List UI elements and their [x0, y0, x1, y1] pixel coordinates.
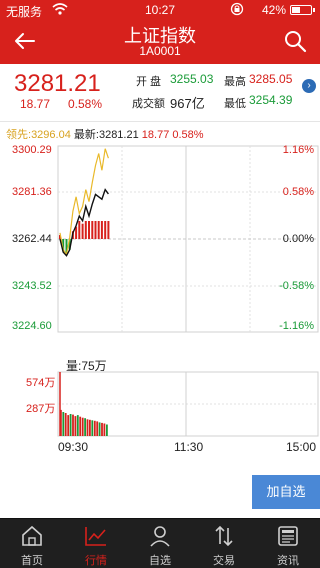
- volume-bar: [67, 415, 70, 436]
- news-icon: [278, 526, 298, 546]
- percent-axis-label: 0.00%: [282, 233, 314, 245]
- volume-bar: [62, 412, 65, 436]
- open-value: 3255.03: [170, 72, 214, 86]
- trade-arrows-icon: [215, 525, 233, 547]
- y-axis-label: 3281.36: [12, 186, 52, 198]
- y-axis-label: 3300.29: [12, 144, 52, 156]
- tab-label: 交易: [213, 555, 235, 567]
- page-indicator[interactable]: [0, 510, 320, 523]
- market-breadth-bar: [91, 221, 94, 239]
- stock-code: 1A0001: [139, 44, 181, 58]
- tab-trade[interactable]: 交易: [192, 519, 256, 568]
- volume-bar: [86, 419, 89, 436]
- market-breadth-bar: [94, 221, 97, 239]
- volume-tick: 574万: [26, 377, 56, 389]
- market-breadth-bar: [107, 221, 110, 239]
- open-label: 开 盘: [136, 76, 162, 88]
- percent-axis-label: 1.16%: [282, 144, 314, 156]
- market-breadth-bar: [100, 221, 103, 239]
- tab-market[interactable]: 行情: [64, 519, 128, 568]
- tab-label: 行情: [85, 555, 107, 567]
- battery-percent: 42%: [262, 3, 287, 17]
- market-chart-icon: [85, 527, 106, 546]
- tab-label: 自选: [149, 555, 171, 567]
- volume-bar: [96, 421, 99, 436]
- y-axis-label: 3224.60: [12, 320, 52, 332]
- turnover-value: 967亿: [170, 96, 205, 111]
- header-bar: 无服务 10:27 42% 上证指数 1A0001: [0, 0, 320, 64]
- search-icon[interactable]: [282, 28, 308, 54]
- battery-icon: [290, 5, 312, 15]
- volume-bar: [84, 418, 86, 436]
- percent-axis-label: -0.58%: [279, 280, 314, 292]
- add-watchlist-button[interactable]: 加自选: [252, 475, 320, 509]
- percent-axis-label: -1.16%: [279, 320, 314, 332]
- market-breadth-bar: [78, 221, 81, 239]
- high-label: 最高: [224, 76, 246, 88]
- low-label: 最低: [224, 98, 246, 110]
- volume-bar: [103, 423, 106, 436]
- high-value: 3285.05: [249, 72, 293, 86]
- volume-bar: [60, 409, 62, 436]
- percent-axis-label: 0.58%: [282, 186, 314, 198]
- volume-bar: [76, 415, 79, 436]
- tab-news[interactable]: 资讯: [256, 519, 320, 568]
- tab-home[interactable]: 首页: [0, 519, 64, 568]
- price-change: 18.77: [20, 97, 51, 111]
- volume-bar: [64, 413, 67, 436]
- tab-bar: 首页 行情 自选 交易 资讯: [0, 518, 320, 568]
- user-icon: [150, 526, 170, 547]
- volume-tick: 287万: [26, 403, 56, 415]
- market-breadth-bar: [84, 221, 87, 239]
- quote-panel: 3281.21 18.77 0.58% 开 盘 3255.03 最高 3285.…: [0, 64, 320, 122]
- volume-bar: [81, 417, 84, 436]
- current-price: 3281.21: [14, 70, 101, 97]
- volume-bar: [91, 420, 94, 436]
- turnover-label: 成交额: [132, 98, 165, 110]
- low-value: 3254.39: [249, 93, 293, 107]
- volume-bar: [106, 424, 108, 436]
- price-change-percent: 0.58%: [68, 97, 103, 111]
- tab-label: 首页: [21, 555, 43, 567]
- home-icon: [22, 525, 42, 546]
- market-breadth-bar: [81, 223, 84, 239]
- x-axis-label: 11:30: [174, 440, 204, 454]
- volume-bar: [72, 414, 74, 436]
- market-breadth-bar: [88, 221, 90, 239]
- tab-label: 资讯: [277, 555, 299, 567]
- status-bar: 无服务 10:27 42%: [0, 0, 320, 20]
- market-breadth-bar: [97, 221, 100, 239]
- volume-bar: [101, 422, 103, 436]
- volume-title: 量:75万: [66, 359, 107, 373]
- volume-bar: [74, 416, 77, 436]
- market-breadth-bar: [104, 221, 107, 239]
- tab-watchlist[interactable]: 自选: [128, 519, 192, 568]
- volume-bar: [79, 416, 82, 436]
- volume-bar: [89, 419, 91, 436]
- volume-bar: [69, 414, 72, 436]
- volume-bar: [98, 422, 101, 436]
- y-axis-label: 3262.44: [12, 233, 52, 245]
- y-axis-label: 3243.52: [12, 280, 52, 292]
- volume-bar: [93, 420, 96, 436]
- expand-chevron-icon[interactable]: ›: [302, 79, 316, 93]
- x-axis-label: 09:30: [58, 440, 89, 454]
- x-axis-label: 15:00: [286, 440, 317, 454]
- rotation-lock-icon: [230, 2, 244, 16]
